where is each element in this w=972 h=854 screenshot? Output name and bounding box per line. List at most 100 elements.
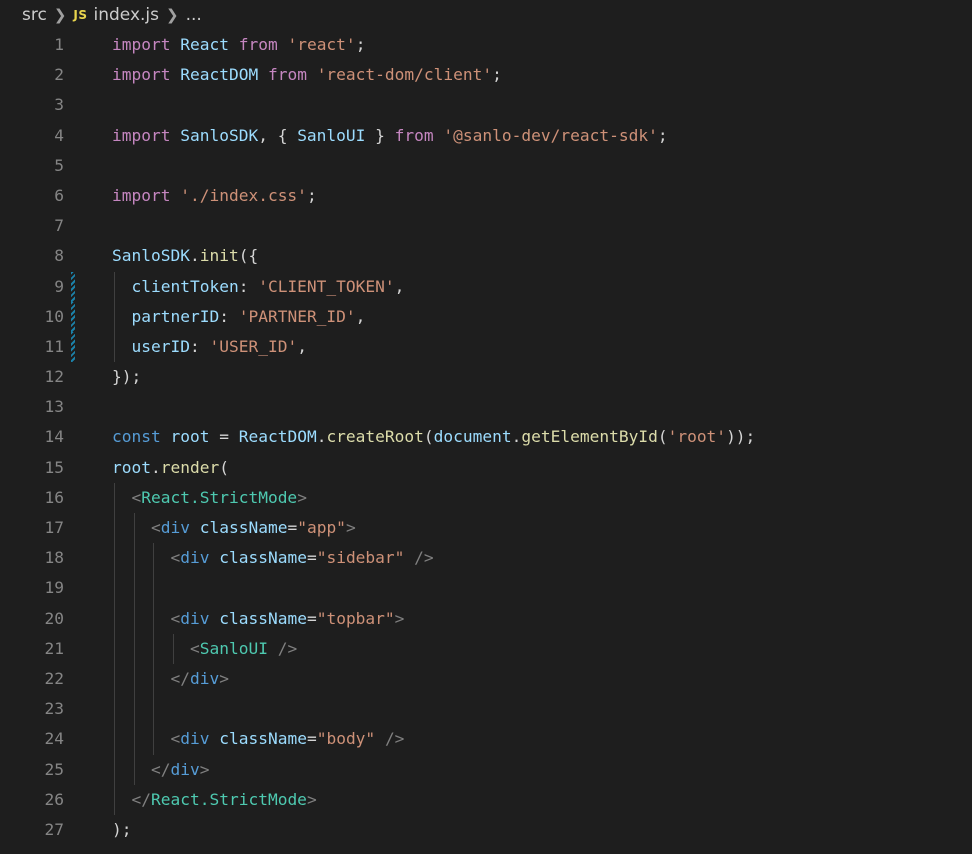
- code-line[interactable]: 8 SanloSDK.init({: [0, 241, 972, 271]
- line-content[interactable]: import React from 'react';: [112, 30, 365, 60]
- line-number[interactable]: 25: [0, 755, 65, 785]
- line-content[interactable]: import SanloSDK, { SanloUI } from '@sanl…: [112, 121, 668, 151]
- line-content[interactable]: import ReactDOM from 'react-dom/client';: [112, 60, 502, 90]
- code-line[interactable]: 2 import ReactDOM from 'react-dom/client'…: [0, 60, 972, 90]
- line-number[interactable]: 21: [0, 634, 65, 664]
- line-number[interactable]: 12: [0, 362, 65, 392]
- code-line[interactable]: 22 </div>: [0, 663, 972, 695]
- line-content[interactable]: </div>: [112, 664, 229, 694]
- line-number[interactable]: 26: [0, 785, 65, 815]
- line-content[interactable]: </div>: [112, 755, 210, 785]
- line-content[interactable]: );: [112, 815, 132, 845]
- code-line[interactable]: 21 <SanloUI />: [0, 633, 972, 664]
- code-line[interactable]: 9 clientToken: 'CLIENT_TOKEN',: [0, 271, 972, 302]
- line-content[interactable]: clientToken: 'CLIENT_TOKEN',: [112, 272, 405, 302]
- code-line[interactable]: 4 import SanloSDK, { SanloUI } from '@san…: [0, 121, 972, 151]
- line-number[interactable]: 14: [0, 422, 65, 452]
- code-line[interactable]: 23: [0, 694, 972, 725]
- code-token: getElementById: [521, 427, 658, 447]
- line-number[interactable]: 27: [0, 815, 65, 845]
- line-number[interactable]: 11: [0, 332, 65, 362]
- line-content[interactable]: </React.StrictMode>: [112, 785, 317, 815]
- code-token: >: [199, 759, 210, 779]
- line-number[interactable]: 2: [0, 60, 64, 90]
- breadcrumb-folder[interactable]: src: [22, 5, 47, 25]
- line-number[interactable]: 23: [0, 694, 65, 724]
- code-line[interactable]: 11 userID: 'USER_ID',: [0, 331, 972, 363]
- line-number[interactable]: 22: [0, 664, 65, 694]
- line-number[interactable]: 13: [0, 392, 65, 422]
- line-number[interactable]: 17: [0, 513, 65, 543]
- line-content[interactable]: <div className="topbar">: [112, 604, 404, 634]
- modified-line-indicator[interactable]: [71, 331, 75, 363]
- modified-line-indicator[interactable]: [71, 271, 75, 302]
- line-number[interactable]: 1: [0, 30, 64, 60]
- code-line[interactable]: 26 </React.StrictMode>: [0, 784, 972, 815]
- line-content[interactable]: const root = ReactDOM.createRoot(documen…: [112, 422, 755, 452]
- line-content[interactable]: root.render(: [112, 453, 229, 483]
- code-token: '@sanlo-dev/react-sdk': [443, 125, 658, 145]
- code-line[interactable]: 24 <div className="body" />: [0, 724, 972, 755]
- code-line[interactable]: 18 <div className="sidebar" />: [0, 543, 972, 574]
- line-content[interactable]: userID: 'USER_ID',: [112, 332, 307, 362]
- code-line[interactable]: 20 <div className="topbar">: [0, 603, 972, 634]
- line-content[interactable]: partnerID: 'PARTNER_ID',: [112, 302, 366, 332]
- line-number[interactable]: 19: [0, 573, 65, 603]
- code-token: (: [423, 427, 434, 447]
- line-content[interactable]: <div className="body" />: [112, 724, 404, 754]
- code-line[interactable]: 27);: [0, 815, 972, 845]
- code-token: import: [112, 185, 171, 205]
- code-line[interactable]: 10 partnerID: 'PARTNER_ID',: [0, 301, 972, 332]
- code-token: ({: [238, 246, 259, 266]
- line-number[interactable]: 15: [0, 453, 65, 483]
- line-number[interactable]: 24: [0, 724, 65, 754]
- code-line[interactable]: 3: [0, 90, 972, 120]
- code-token: clientToken: [131, 276, 239, 296]
- line-number[interactable]: 3: [0, 90, 64, 120]
- line-number[interactable]: 4: [0, 121, 64, 151]
- line-content[interactable]: <div className="app">: [112, 513, 356, 543]
- code-line[interactable]: 14 const root = ReactDOM.createRoot(docum…: [0, 422, 972, 452]
- line-number[interactable]: 9: [0, 272, 64, 302]
- indent-guide: [153, 573, 154, 604]
- line-content[interactable]: SanloSDK.init({: [112, 241, 258, 271]
- code-line[interactable]: 6 import './index.css';: [0, 181, 972, 211]
- line-content[interactable]: <div className="sidebar" />: [112, 543, 433, 573]
- line-number[interactable]: 5: [0, 151, 64, 181]
- code-line[interactable]: 17 <div className="app">: [0, 513, 972, 544]
- line-number[interactable]: 18: [0, 543, 65, 573]
- code-line[interactable]: 1 import React from 'react';: [0, 30, 972, 60]
- code-line[interactable]: 19: [0, 573, 972, 604]
- code-token: import: [112, 35, 171, 54]
- line-number[interactable]: 6: [0, 181, 64, 211]
- breadcrumb-file[interactable]: index.js: [94, 5, 160, 25]
- line-number[interactable]: 8: [0, 241, 64, 271]
- breadcrumb-symbols[interactable]: ...: [186, 5, 202, 25]
- code-line[interactable]: 13: [0, 392, 972, 422]
- code-line[interactable]: 25 </div>: [0, 754, 972, 785]
- line-number[interactable]: 7: [0, 211, 64, 241]
- code-area[interactable]: 1 import React from 'react'; 2 import React…: [0, 30, 972, 845]
- code-line[interactable]: 5: [0, 151, 972, 181]
- line-number[interactable]: 10: [0, 302, 65, 332]
- modified-line-indicator[interactable]: [71, 301, 75, 332]
- line-content[interactable]: import './index.css';: [112, 181, 317, 211]
- code-line[interactable]: 15 root.render(: [0, 453, 972, 483]
- code-line[interactable]: 16 <React.StrictMode>: [0, 482, 972, 513]
- line-content[interactable]: <React.StrictMode>: [112, 483, 307, 513]
- code-token: />: [384, 729, 405, 749]
- code-line[interactable]: 12});: [0, 362, 972, 392]
- line-number[interactable]: 16: [0, 483, 65, 513]
- code-editor[interactable]: src ❯ JS index.js ❯ ... 1 import React fr…: [0, 0, 972, 854]
- code-token: React.StrictMode: [141, 487, 298, 507]
- code-line[interactable]: 7: [0, 211, 972, 241]
- line-number[interactable]: 20: [0, 604, 65, 634]
- line-content[interactable]: <SanloUI />: [112, 634, 297, 664]
- line-content[interactable]: });: [112, 362, 141, 392]
